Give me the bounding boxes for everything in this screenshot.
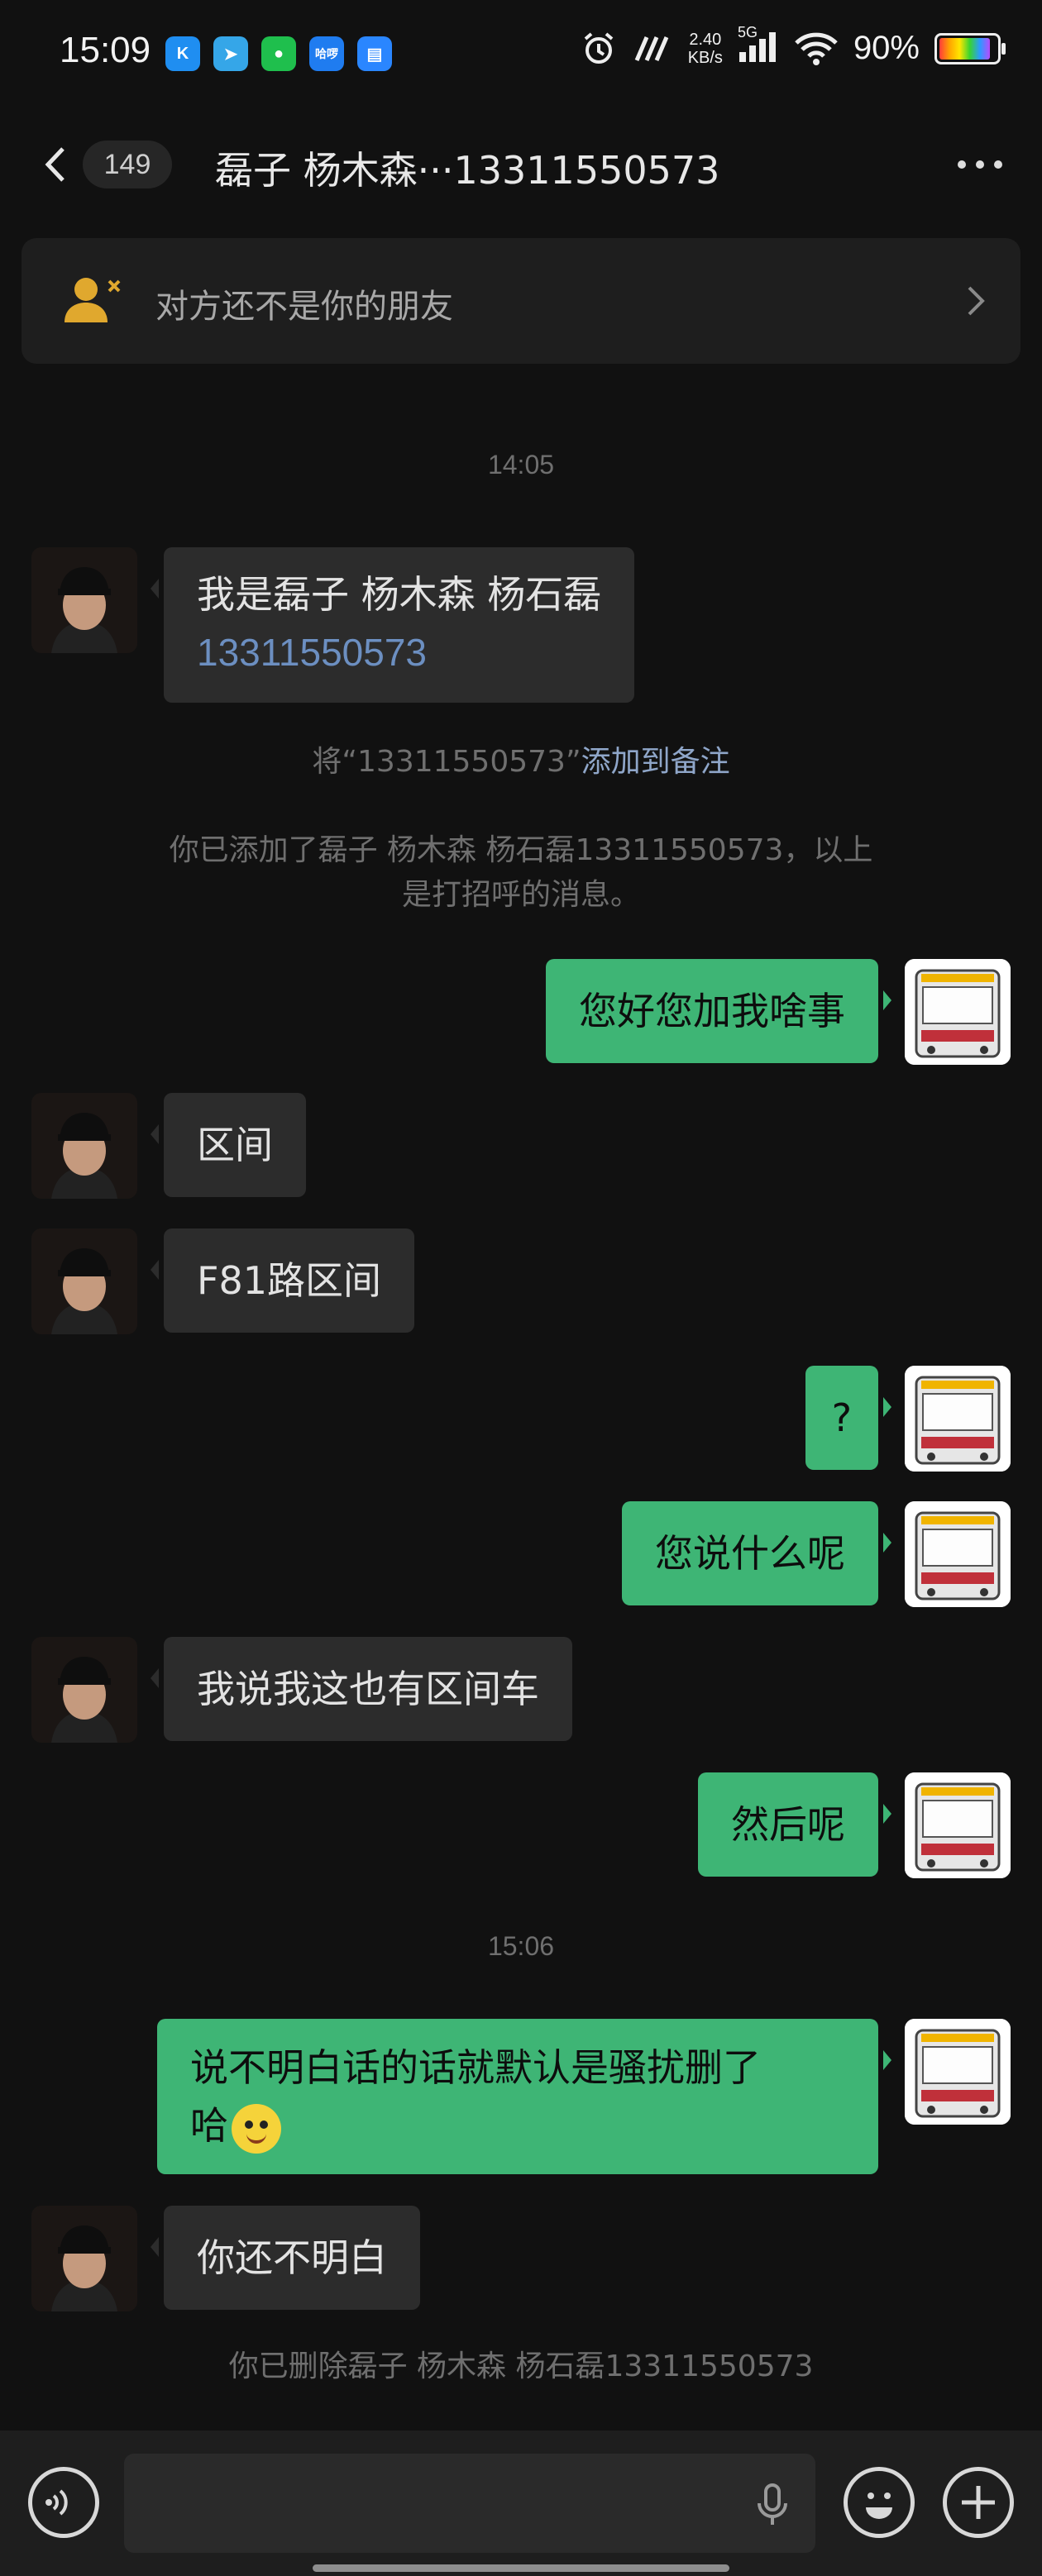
microphone-icon[interactable] (756, 2482, 789, 2528)
app-wechat-icon: ● (261, 36, 296, 71)
app-k-icon: K (165, 36, 200, 71)
emoji-button[interactable] (844, 2467, 915, 2538)
my-avatar[interactable] (905, 1501, 1011, 1607)
message-bubble-in[interactable]: 我说我这也有区间车 (151, 1637, 572, 1741)
greeting-notice: 你已添加了磊子 杨木森 杨石磊13311550573，以上 是打招呼的消息。 (0, 828, 1042, 918)
contact-avatar[interactable] (31, 1228, 137, 1334)
my-avatar[interactable] (905, 959, 1011, 1065)
status-bar: 15:09 K ➤ ● 哈啰 ▤ 2.40 KB/s 5G 90% (0, 0, 1042, 107)
status-time: 15:09 (60, 30, 151, 70)
message-bubble-out[interactable]: ? (805, 1366, 892, 1470)
nfc-icon (634, 36, 668, 61)
message-bubble-in[interactable]: 区间 (151, 1093, 306, 1197)
home-indicator[interactable] (313, 2564, 729, 2572)
my-avatar[interactable] (905, 2019, 1011, 2125)
add-to-remark-link[interactable]: 添加到备注 (581, 745, 730, 779)
contact-avatar[interactable] (31, 1093, 137, 1199)
contact-avatar[interactable] (31, 1637, 137, 1743)
add-friend-icon (65, 278, 121, 322)
unread-badge[interactable]: 149 (83, 141, 172, 188)
back-arrow-icon[interactable] (36, 144, 78, 185)
app-screen-icon: ▤ (357, 36, 392, 71)
voice-icon (45, 2489, 68, 2516)
battery-icon (934, 32, 1006, 64)
network-speed: 2.40 KB/s (687, 30, 723, 67)
contact-avatar[interactable] (31, 547, 137, 653)
chevron-right-icon (968, 286, 985, 316)
phone-number-link[interactable]: 13311550573 (197, 623, 601, 681)
my-avatar[interactable] (905, 1366, 1011, 1472)
message-bubble-out[interactable]: 然后呢 (698, 1772, 891, 1877)
message-bubble-out[interactable]: 说不明白话的话就默认是骚扰删了 哈 (157, 2019, 891, 2174)
signal-type: 5G (737, 23, 758, 41)
message-text: 说不明白话的话就默认是骚扰删了 (190, 2045, 761, 2090)
battery-percent: 90% (853, 30, 920, 66)
more-options-icon[interactable] (958, 160, 1002, 169)
chat-title: 磊子 杨木森···13311550573 (215, 148, 720, 193)
timestamp: 15:06 (487, 1931, 555, 1961)
wifi-icon (795, 32, 838, 65)
message-bubble-out[interactable]: 您说什么呢 (622, 1501, 891, 1605)
message-bubble-in[interactable]: 你还不明白 (151, 2206, 420, 2310)
app-telegram-icon: ➤ (213, 36, 248, 71)
message-bubble-in[interactable]: F81路区间 (151, 1228, 414, 1333)
smile-emoji-icon (232, 2103, 281, 2154)
plus-icon (962, 2486, 995, 2519)
status-right: 2.40 KB/s 5G 90% (581, 24, 1006, 67)
not-friend-text: 对方还不是你的朋友 (155, 288, 453, 326)
voice-input-button[interactable] (28, 2467, 99, 2538)
greeting-notice-line2: 是打招呼的消息。 (401, 878, 640, 912)
smile-icon (866, 2493, 892, 2519)
alarm-icon (584, 31, 613, 64)
chat-header: 149 磊子 杨木森···13311550573 (0, 116, 1042, 215)
remark-notice-text: 将“13311550573” (312, 745, 581, 779)
not-friend-banner[interactable]: 对方还不是你的朋友 (22, 238, 1020, 364)
more-functions-button[interactable] (943, 2467, 1014, 2538)
message-input[interactable] (124, 2454, 815, 2553)
message-bubble-out[interactable]: 您好您加我啥事 (546, 959, 891, 1063)
deleted-notice: 你已删除磊子 杨木森 杨石磊13311550573 (228, 2349, 814, 2383)
message-text: 哈 (190, 2103, 228, 2148)
greeting-notice-line1: 你已添加了磊子 杨木森 杨石磊13311550573，以上 (169, 833, 873, 867)
cellular-signal: 5G (738, 24, 779, 67)
input-bar (0, 2431, 1042, 2576)
my-avatar[interactable] (905, 1772, 1011, 1878)
contact-avatar[interactable] (31, 2206, 137, 2311)
message-text: 我是磊子 杨木森 杨石磊 (197, 572, 602, 617)
notification-icons: K ➤ ● 哈啰 ▤ (165, 36, 392, 71)
timestamp: 14:05 (487, 450, 555, 479)
remark-notice: 将“13311550573”添加到备注 (0, 740, 1042, 785)
app-hellobike-icon: 哈啰 (309, 36, 344, 71)
message-bubble-in[interactable]: 我是磊子 杨木森 杨石磊 13311550573 (150, 547, 635, 703)
